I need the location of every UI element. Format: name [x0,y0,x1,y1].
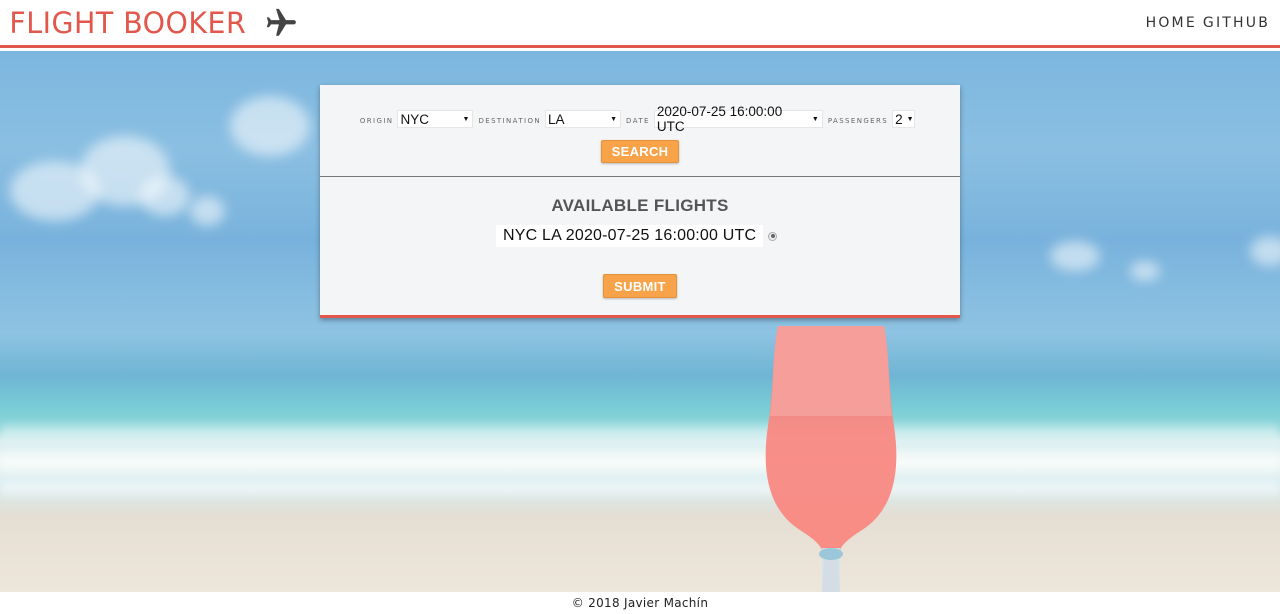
flight-option-label[interactable]: NYC LA 2020-07-25 16:00:00 UTC [496,225,764,247]
dropdown-arrow-icon: ▼ [462,115,470,123]
dropdown-arrow-icon: ▼ [906,115,914,123]
passengers-label: PASSENGERS [827,117,889,125]
brand[interactable]: FLIGHT BOOKER [0,6,298,40]
flight-radio[interactable] [768,231,778,241]
search-button[interactable]: SEARCH [601,140,679,163]
date-select[interactable]: 2020-07-25 16:00:00 UTC ▼ [653,104,823,134]
submit-button[interactable]: SUBMIT [603,274,677,298]
cocktail-glass-image [752,316,912,592]
origin-select[interactable]: NYC ▼ [397,110,474,128]
passengers-select[interactable]: 2 ▼ [892,110,916,128]
divider [320,176,960,177]
origin-label: ORIGIN [359,117,394,125]
flight-option[interactable]: NYC LA 2020-07-25 16:00:00 UTC [496,225,778,247]
date-label: DATE [626,117,650,125]
main-nav: HOME GITHUB [1140,15,1280,31]
available-flights-title: AVAILABLE FLIGHTS [551,196,729,215]
airplane-icon [264,6,298,40]
dropdown-arrow-icon: ▼ [811,115,819,123]
nav-home-link[interactable]: HOME [1146,15,1197,31]
brand-title[interactable]: FLIGHT BOOKER [9,6,246,40]
destination-select[interactable]: LA ▼ [545,110,622,128]
footer: © 2018 Javier Machín [0,592,1280,614]
booking-card: ORIGIN NYC ▼ DESTINATION LA ▼ DATE 2020-… [320,85,960,318]
dropdown-arrow-icon: ▼ [610,115,618,123]
nav-github-link[interactable]: GITHUB [1203,15,1270,31]
passengers-value: 2 [895,111,903,127]
destination-value: LA [548,111,565,127]
top-navbar: FLIGHT BOOKER HOME GITHUB [0,0,1280,48]
copyright-text: © 2018 Javier Machín [571,596,709,610]
search-form: ORIGIN NYC ▼ DESTINATION LA ▼ DATE 2020-… [320,104,960,134]
date-value: 2020-07-25 16:00:00 UTC [656,104,783,134]
destination-label: DESTINATION [478,117,542,125]
origin-value: NYC [400,111,429,127]
